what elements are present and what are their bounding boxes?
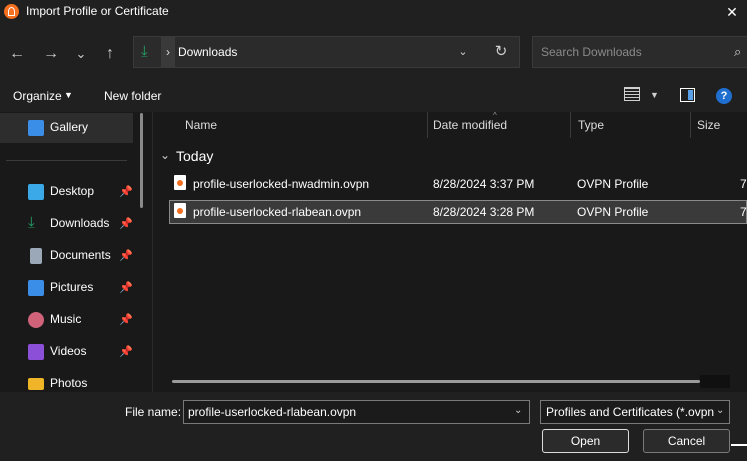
sidebar-item-documents[interactable]: Documents 📌	[28, 244, 148, 268]
sidebar-item-label: Documents	[50, 248, 111, 262]
back-button[interactable]: ←	[6, 43, 28, 65]
chevron-down-icon[interactable]: ⌄	[160, 148, 170, 162]
window-title: Import Profile or Certificate	[26, 4, 169, 18]
photos-icon	[28, 378, 44, 390]
sidebar-item-label: Photos	[50, 376, 88, 390]
sidebar-item-pictures[interactable]: Pictures 📌	[28, 276, 148, 300]
help-icon[interactable]: ?	[716, 88, 732, 104]
pin-icon[interactable]: 📌	[119, 185, 133, 198]
sidebar-item-label: Music	[50, 312, 82, 326]
cancel-button[interactable]: Cancel	[643, 429, 730, 453]
group-header[interactable]: Today	[176, 148, 213, 164]
horizontal-scrollbar[interactable]	[172, 380, 700, 383]
breadcrumb[interactable]: Downloads	[178, 45, 237, 59]
pin-icon[interactable]: 📌	[119, 281, 133, 294]
file-row[interactable]: profile-userlocked-nwadmin.ovpn 8/28/202…	[169, 172, 747, 196]
sidebar-item-label: Pictures	[50, 280, 94, 294]
column-divider[interactable]	[427, 112, 428, 138]
forward-button[interactable]: →	[40, 43, 62, 65]
download-icon: ⤓	[28, 214, 35, 231]
resize-edge	[731, 444, 747, 446]
column-header-type[interactable]: Type	[578, 118, 604, 132]
file-type: OVPN Profile	[577, 205, 649, 219]
file-name: profile-userlocked-rlabean.ovpn	[193, 205, 362, 219]
sidebar-item-videos[interactable]: Videos 📌	[28, 340, 148, 364]
sidebar-item-gallery[interactable]: Gallery	[28, 116, 148, 140]
chevron-down-icon[interactable]: ⌄	[514, 405, 522, 416]
divider	[6, 160, 127, 161]
videos-icon	[28, 344, 44, 360]
file-name: profile-userlocked-nwadmin.ovpn	[193, 177, 370, 191]
view-options-icon[interactable]	[624, 87, 640, 101]
file-type: OVPN Profile	[577, 177, 649, 191]
gallery-icon	[28, 120, 44, 136]
address-dropdown-button[interactable]: ⌄	[456, 43, 470, 61]
file-size: 7	[740, 177, 747, 191]
file-row-selected[interactable]: profile-userlocked-rlabean.ovpn 8/28/202…	[169, 200, 747, 224]
chevron-down-icon[interactable]: ⌄	[716, 405, 724, 416]
file-size: 7	[740, 205, 747, 219]
new-folder-button[interactable]: New folder	[104, 89, 161, 103]
pin-icon[interactable]: 📌	[119, 345, 133, 358]
sidebar-item-desktop[interactable]: Desktop 📌	[28, 180, 148, 204]
chevron-down-icon[interactable]: ▼	[650, 90, 659, 100]
pin-icon[interactable]: 📌	[119, 249, 133, 262]
file-date: 8/28/2024 3:28 PM	[433, 205, 535, 219]
pin-icon[interactable]: 📌	[119, 217, 133, 230]
music-icon	[28, 312, 44, 328]
column-divider[interactable]	[690, 112, 691, 138]
ovpn-file-icon	[174, 203, 186, 218]
breadcrumb-chevron[interactable]: ›	[161, 36, 175, 68]
column-header-size[interactable]: Size	[697, 118, 720, 132]
preview-pane-icon[interactable]	[680, 88, 695, 102]
sidebar-item-label: Gallery	[50, 120, 89, 134]
organize-button[interactable]: Organize	[13, 89, 62, 103]
sidebar-item-music[interactable]: Music 📌	[28, 308, 148, 332]
column-header-date-modified[interactable]: Date modified	[433, 118, 507, 132]
sidebar-item-label: Downloads	[50, 216, 110, 230]
file-name-value[interactable]: profile-userlocked-rlabean.ovpn	[188, 405, 356, 419]
pin-icon[interactable]: 📌	[119, 313, 133, 326]
sidebar-item-label: Desktop	[50, 184, 95, 198]
file-date: 8/28/2024 3:37 PM	[433, 177, 535, 191]
column-header-name[interactable]: Name	[185, 118, 217, 132]
documents-icon	[30, 248, 42, 264]
file-type-value[interactable]: Profiles and Certificates (*.ovpn	[546, 405, 714, 419]
up-button[interactable]: ↑	[99, 43, 121, 65]
column-divider[interactable]	[570, 112, 571, 138]
file-name-label: File name:	[125, 405, 182, 419]
download-icon: ⤓	[141, 43, 148, 60]
open-button[interactable]: Open	[542, 429, 629, 453]
sidebar-item-downloads[interactable]: ⤓ Downloads 📌	[28, 212, 148, 236]
pictures-icon	[28, 280, 44, 296]
refresh-button[interactable]: ↻	[490, 42, 512, 62]
close-button[interactable]: ✕	[720, 1, 744, 23]
chevron-down-icon[interactable]: ▼	[64, 90, 73, 100]
recent-locations-button[interactable]: ⌄	[70, 43, 92, 65]
search-placeholder: Search Downloads	[541, 45, 642, 59]
openvpn-icon	[4, 4, 19, 19]
ovpn-file-icon	[174, 175, 186, 190]
file-list	[153, 112, 747, 392]
desktop-icon	[28, 184, 44, 200]
sidebar-item-label: Videos	[50, 344, 87, 358]
scrollbar-track-end	[700, 375, 730, 388]
search-icon[interactable]: ⌕	[734, 44, 747, 60]
